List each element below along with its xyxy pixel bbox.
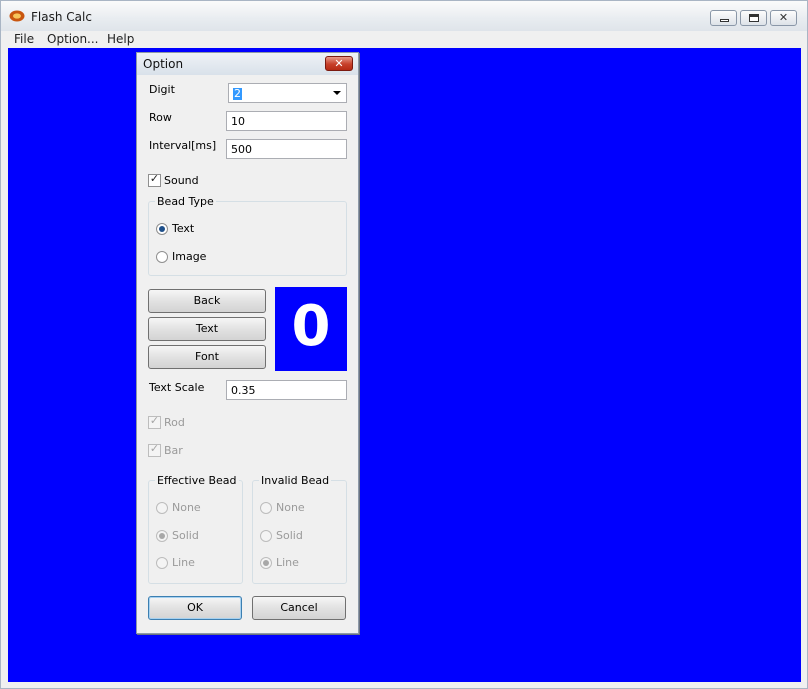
bead-type-image-radio[interactable]: [156, 251, 168, 263]
check-icon: ✓: [149, 414, 160, 427]
minimize-button[interactable]: [710, 10, 737, 26]
invalid-line-label: Line: [276, 556, 299, 569]
interval-input[interactable]: 500: [226, 139, 347, 159]
menu-option[interactable]: Option...: [47, 32, 99, 46]
maximize-icon: [749, 14, 759, 22]
text-button[interactable]: Text: [148, 317, 266, 341]
row-label: Row: [149, 111, 172, 124]
rod-label: Rod: [164, 416, 185, 429]
invalid-solid-label: Solid: [276, 529, 303, 542]
window-title: Flash Calc: [31, 10, 92, 24]
sound-label[interactable]: Sound: [164, 174, 199, 187]
option-dialog: Option ✕ Digit 2 Row 10 Interval[ms] 500…: [136, 52, 359, 634]
effective-none-label: None: [172, 501, 201, 514]
back-button[interactable]: Back: [148, 289, 266, 313]
bead-type-text-label[interactable]: Text: [172, 222, 194, 235]
invalid-bead-title: Invalid Bead: [259, 474, 332, 487]
maximize-button[interactable]: [740, 10, 767, 26]
row-input[interactable]: 10: [226, 111, 347, 131]
close-button[interactable]: ✕: [770, 10, 797, 26]
bead-type-image-label[interactable]: Image: [172, 250, 206, 263]
check-icon: ✓: [149, 172, 160, 185]
effective-line-radio[interactable]: [156, 557, 168, 569]
dialog-title: Option: [143, 57, 184, 71]
effective-line-label: Line: [172, 556, 195, 569]
dialog-close-button[interactable]: ✕: [325, 56, 353, 71]
ok-button[interactable]: OK: [148, 596, 242, 620]
invalid-solid-radio[interactable]: [260, 530, 272, 542]
digit-label: Digit: [149, 83, 175, 96]
dialog-title-bar[interactable]: Option ✕: [137, 53, 358, 75]
invalid-none-label: None: [276, 501, 305, 514]
check-icon: ✓: [149, 442, 160, 455]
close-icon: ✕: [334, 57, 344, 70]
radio-dot: [263, 560, 269, 566]
menu-help[interactable]: Help: [107, 32, 134, 46]
effective-bead-title: Effective Bead: [155, 474, 239, 487]
invalid-bead-group: Invalid Bead None Solid Line: [252, 474, 347, 584]
font-button[interactable]: Font: [148, 345, 266, 369]
bead-preview: 0: [275, 287, 347, 371]
digit-value: 2: [233, 87, 242, 100]
radio-dot: [159, 533, 165, 539]
invalid-line-radio[interactable]: [260, 557, 272, 569]
minimize-icon: [720, 19, 729, 22]
chevron-down-icon[interactable]: [333, 91, 341, 95]
title-bar[interactable]: Flash Calc ✕: [1, 1, 807, 31]
text-scale-input[interactable]: 0.35: [226, 380, 347, 400]
sound-checkbox[interactable]: ✓: [148, 172, 161, 187]
invalid-none-radio[interactable]: [260, 502, 272, 514]
bead-type-text-radio[interactable]: [156, 223, 168, 235]
menu-bar: File Option... Help: [1, 31, 807, 48]
flash-calc-window: Flash Calc ✕ File Option... Help: [0, 0, 808, 689]
digit-select[interactable]: 2: [228, 83, 347, 103]
bar-checkbox[interactable]: ✓: [148, 442, 161, 457]
menu-file[interactable]: File: [14, 32, 34, 46]
effective-solid-label: Solid: [172, 529, 199, 542]
bar-label: Bar: [164, 444, 183, 457]
app-icon: [9, 10, 25, 22]
text-scale-label: Text Scale: [149, 381, 205, 394]
bead-type-group: Bead Type Text Image: [148, 195, 347, 276]
effective-solid-radio[interactable]: [156, 530, 168, 542]
radio-dot: [159, 226, 165, 232]
interval-label: Interval[ms]: [149, 139, 217, 152]
close-icon: ✕: [778, 11, 789, 24]
abacus-canvas[interactable]: [8, 48, 801, 682]
effective-none-radio[interactable]: [156, 502, 168, 514]
effective-bead-group: Effective Bead None Solid Line: [148, 474, 243, 584]
bead-type-title: Bead Type: [155, 195, 216, 208]
cancel-button[interactable]: Cancel: [252, 596, 346, 620]
rod-checkbox[interactable]: ✓: [148, 414, 161, 429]
